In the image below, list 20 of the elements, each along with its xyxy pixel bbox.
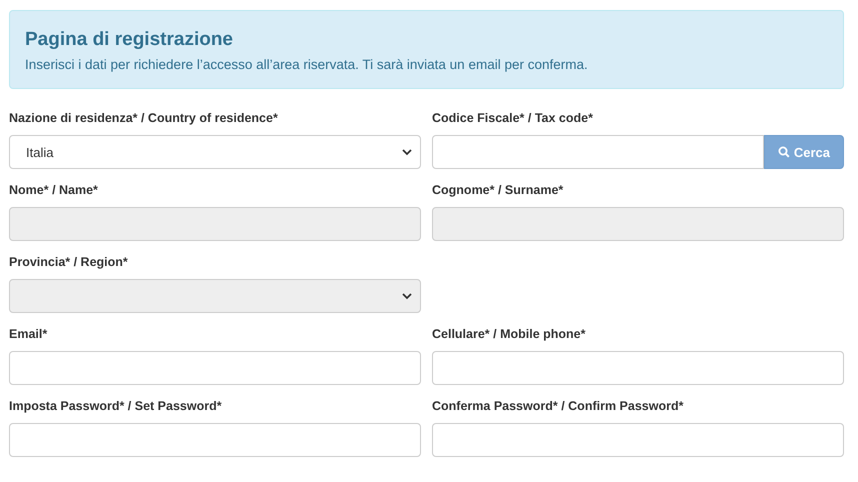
page-title: Pagina di registrazione [25,29,234,51]
field-label: Cognome* / Surname* [432,183,564,199]
field-label: Email* [9,327,48,343]
field-label: Conferma Password* / Confirm Password* [432,399,684,415]
field-label: Imposta Password* / Set Password* [9,399,223,415]
input-field[interactable] [432,135,764,169]
chevron-icon [402,148,412,156]
field-label: Nome* / Name* [9,183,99,199]
field-label: Codice Fiscale* / Tax code* [432,111,594,127]
chevron-icon [402,292,412,300]
select-field[interactable]: Italia [9,135,421,169]
field-label: Nazione di residenza* / Country of residence* [9,111,279,127]
input-field[interactable] [432,423,844,457]
input-field[interactable] [9,351,421,385]
input-field[interactable] [9,423,421,457]
field-label: Cellulare* / Mobile phone* [432,327,586,343]
search-icon [778,146,790,158]
info-text: Inserisci i dati per richiedere l’accesso all’area riservata. Ti sarà inviata un email per conferma. [25,57,589,72]
input-field[interactable] [432,351,844,385]
field-label: Provincia* / Region* [9,255,129,271]
